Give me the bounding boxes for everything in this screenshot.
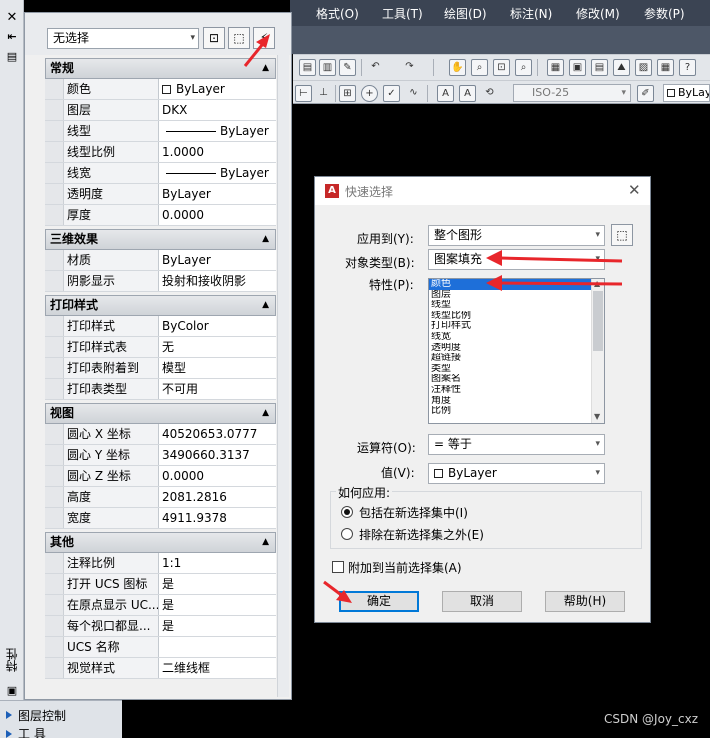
- arrow-property-color: [486, 275, 623, 291]
- arrow-ok-button: [323, 580, 352, 603]
- arrow-object-type: [486, 250, 623, 266]
- arrow-quick-select-icon: [243, 34, 270, 67]
- annotation-arrows: [243, 34, 623, 603]
